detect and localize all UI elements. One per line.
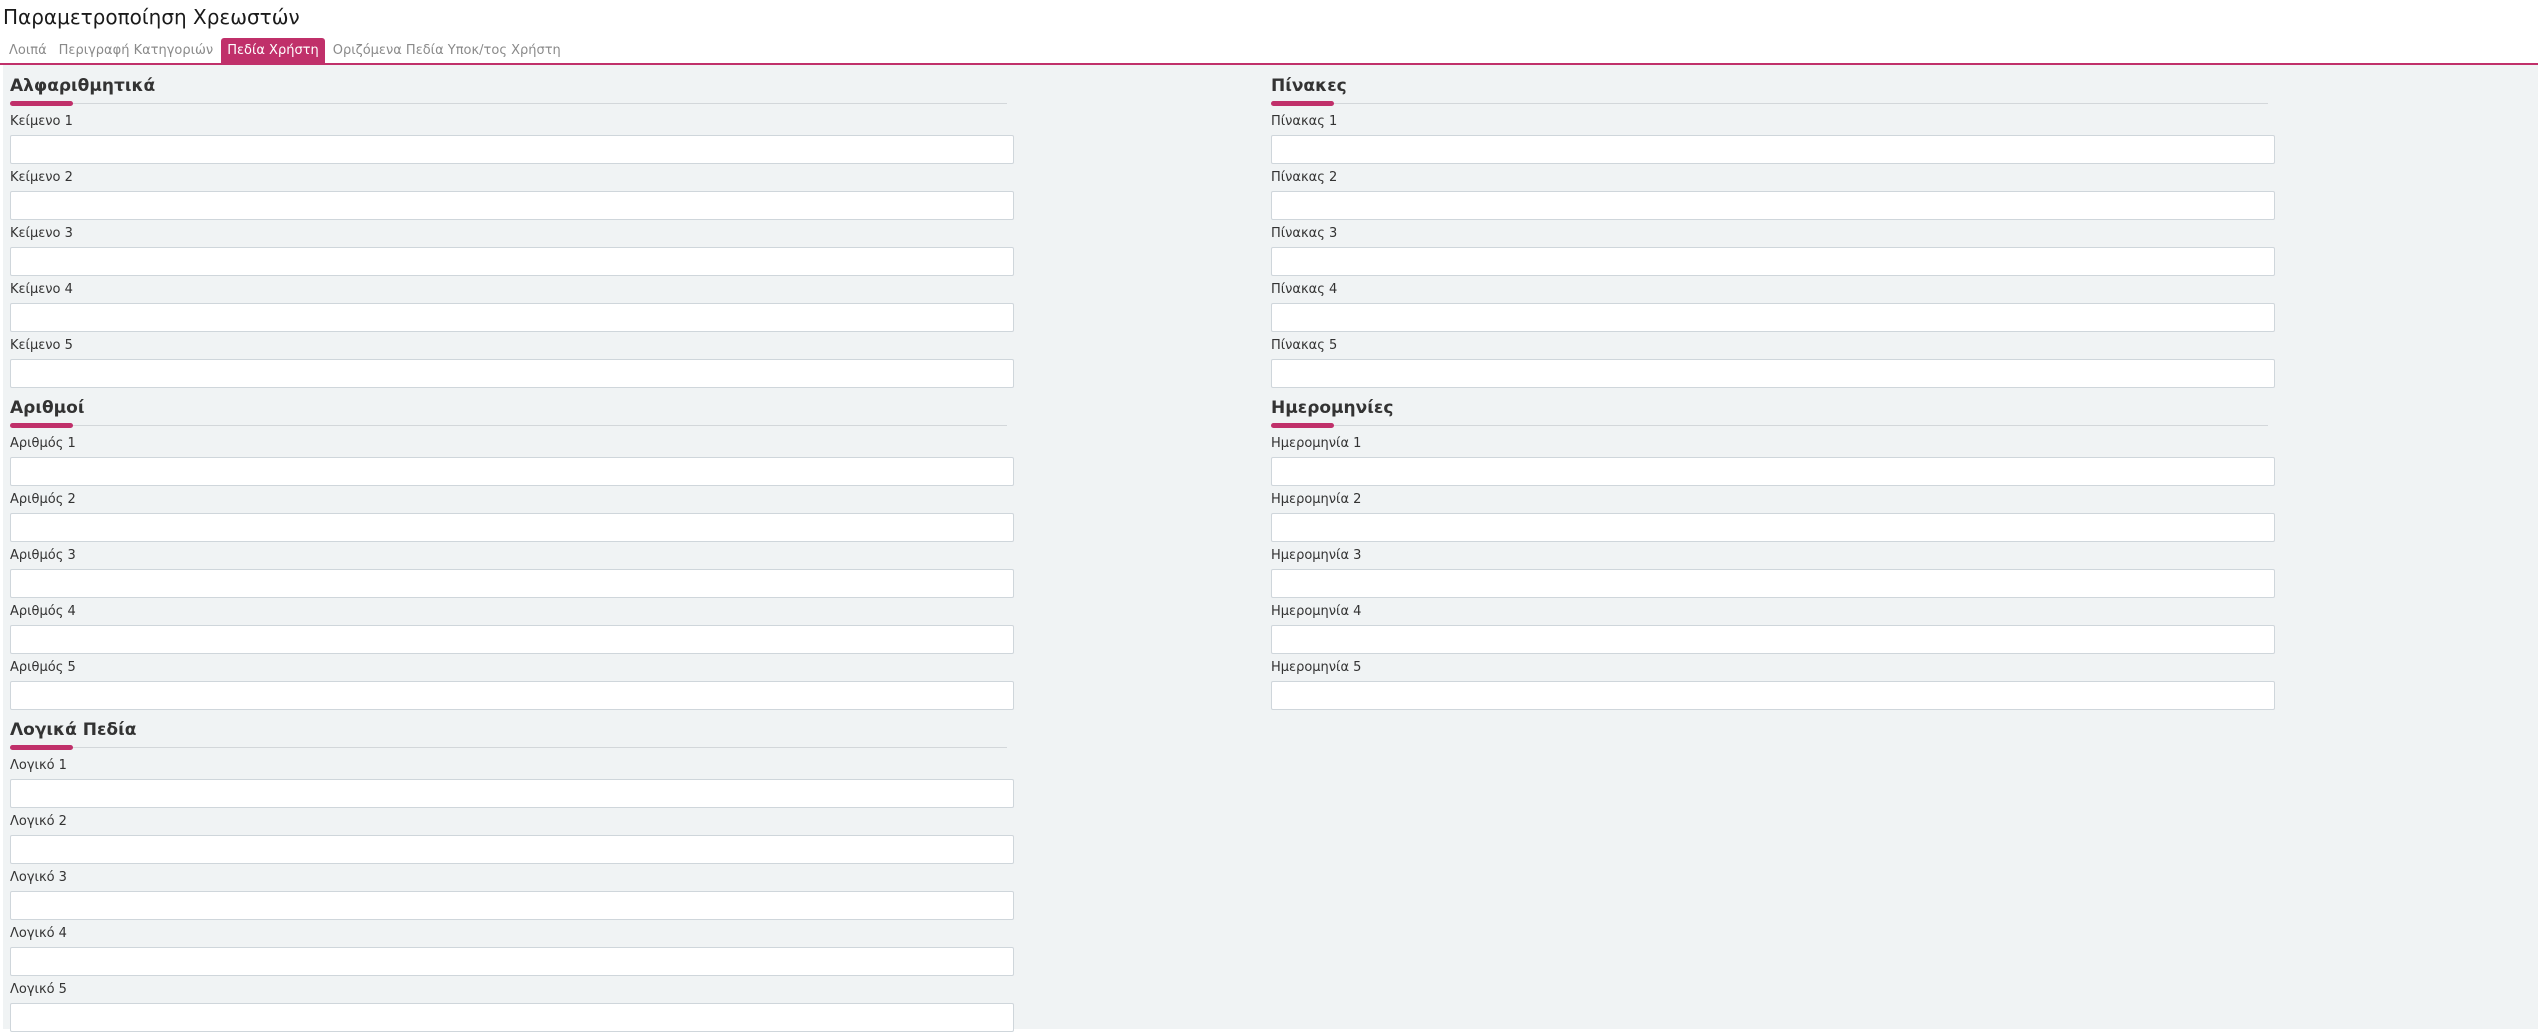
tab-bar: Λοιπά Περιγραφή Κατηγοριών Πεδία Χρήστη …	[3, 38, 567, 64]
table-2-input[interactable]	[1271, 191, 2275, 220]
date-2-input[interactable]	[1271, 513, 2275, 542]
field-label: Κείμενο 4	[10, 282, 73, 297]
field-label: Πίνακας 5	[1271, 338, 1338, 353]
field-date-3: Ημερομηνία 3	[1271, 547, 2275, 598]
field-date-1: Ημερομηνία 1	[1271, 435, 2275, 486]
field-label: Αριθμός 3	[10, 548, 76, 563]
text-1-input[interactable]	[10, 135, 1014, 164]
tab-misc[interactable]: Λοιπά	[3, 38, 53, 64]
section-dates: Ημερομηνίες Ημερομηνία 1 Ημερομηνία 2 Ημ…	[1264, 387, 2275, 710]
field-table-4: Πίνακας 4	[1271, 281, 2275, 332]
field-logical-4: Λογικό 4	[10, 925, 1014, 976]
field-text-3: Κείμενο 3	[10, 225, 1014, 276]
field-label: Ημερομηνία 5	[1271, 660, 1362, 675]
field-label: Ημερομηνία 2	[1271, 492, 1362, 507]
field-table-2: Πίνακας 2	[1271, 169, 2275, 220]
number-2-input[interactable]	[10, 513, 1014, 542]
field-date-4: Ημερομηνία 4	[1271, 603, 2275, 654]
section-tables: Πίνακες Πίνακας 1 Πίνακας 2 Πίνακας 3 Πί…	[1264, 65, 2275, 388]
field-table-3: Πίνακας 3	[1271, 225, 2275, 276]
field-label: Κείμενο 1	[10, 114, 73, 129]
field-label: Πίνακας 2	[1271, 170, 1338, 185]
field-label: Αριθμός 2	[10, 492, 76, 507]
field-label: Κείμενο 3	[10, 226, 73, 241]
field-number-1: Αριθμός 1	[10, 435, 1014, 486]
field-date-5: Ημερομηνία 5	[1271, 659, 2275, 710]
field-table-1: Πίνακας 1	[1271, 113, 2275, 164]
number-1-input[interactable]	[10, 457, 1014, 486]
field-date-2: Ημερομηνία 2	[1271, 491, 2275, 542]
field-label: Ημερομηνία 1	[1271, 436, 1362, 451]
section-divider	[1264, 422, 2268, 430]
date-3-input[interactable]	[1271, 569, 2275, 598]
date-1-input[interactable]	[1271, 457, 2275, 486]
tab-category-descriptions[interactable]: Περιγραφή Κατηγοριών	[53, 38, 220, 64]
logical-5-input[interactable]	[10, 1003, 1014, 1032]
field-label: Λογικό 5	[10, 982, 67, 997]
table-3-input[interactable]	[1271, 247, 2275, 276]
field-label: Αριθμός 5	[10, 660, 76, 675]
field-text-5: Κείμενο 5	[10, 337, 1014, 388]
number-3-input[interactable]	[10, 569, 1014, 598]
section-divider	[3, 422, 1007, 430]
logical-2-input[interactable]	[10, 835, 1014, 864]
field-label: Κείμενο 5	[10, 338, 73, 353]
section-title: Ημερομηνίες	[1271, 398, 1394, 418]
tab-user-defined-subaccount-fields[interactable]: Οριζόμενα Πεδία Υποκ/τος Χρήστη	[327, 38, 567, 64]
section-logical: Λογικά Πεδία Λογικό 1 Λογικό 2 Λογικό 3 …	[3, 709, 1014, 1032]
logical-1-input[interactable]	[10, 779, 1014, 808]
section-divider	[1264, 100, 2268, 108]
date-4-input[interactable]	[1271, 625, 2275, 654]
text-4-input[interactable]	[10, 303, 1014, 332]
field-text-4: Κείμενο 4	[10, 281, 1014, 332]
field-label: Κείμενο 2	[10, 170, 73, 185]
field-label: Λογικό 4	[10, 926, 67, 941]
field-number-2: Αριθμός 2	[10, 491, 1014, 542]
field-table-5: Πίνακας 5	[1271, 337, 2275, 388]
field-label: Αριθμός 4	[10, 604, 76, 619]
field-label: Ημερομηνία 4	[1271, 604, 1362, 619]
field-number-3: Αριθμός 3	[10, 547, 1014, 598]
table-5-input[interactable]	[1271, 359, 2275, 388]
field-label: Πίνακας 1	[1271, 114, 1338, 129]
number-4-input[interactable]	[10, 625, 1014, 654]
logical-3-input[interactable]	[10, 891, 1014, 920]
section-numbers: Αριθμοί Αριθμός 1 Αριθμός 2 Αριθμός 3 Αρ…	[3, 387, 1014, 710]
text-5-input[interactable]	[10, 359, 1014, 388]
logical-4-input[interactable]	[10, 947, 1014, 976]
field-text-2: Κείμενο 2	[10, 169, 1014, 220]
section-title: Λογικά Πεδία	[10, 720, 137, 740]
field-number-5: Αριθμός 5	[10, 659, 1014, 710]
field-logical-2: Λογικό 2	[10, 813, 1014, 864]
table-1-input[interactable]	[1271, 135, 2275, 164]
table-4-input[interactable]	[1271, 303, 2275, 332]
field-label: Αριθμός 1	[10, 436, 76, 451]
section-title: Πίνακες	[1271, 76, 1347, 96]
text-2-input[interactable]	[10, 191, 1014, 220]
text-3-input[interactable]	[10, 247, 1014, 276]
page-title: Παραμετροποίηση Χρεωστών	[3, 5, 300, 29]
content-panel: Αλφαριθμητικά Κείμενο 1 Κείμενο 2 Κείμεν…	[3, 65, 2538, 1032]
field-logical-1: Λογικό 1	[10, 757, 1014, 808]
field-text-1: Κείμενο 1	[10, 113, 1014, 164]
tab-user-fields[interactable]: Πεδία Χρήστη	[221, 38, 325, 64]
section-alphanumeric: Αλφαριθμητικά Κείμενο 1 Κείμενο 2 Κείμεν…	[3, 65, 1014, 388]
field-label: Λογικό 1	[10, 758, 67, 773]
section-divider	[3, 100, 1007, 108]
field-number-4: Αριθμός 4	[10, 603, 1014, 654]
field-label: Λογικό 3	[10, 870, 67, 885]
section-title: Αριθμοί	[10, 398, 85, 418]
field-label: Λογικό 2	[10, 814, 67, 829]
field-logical-3: Λογικό 3	[10, 869, 1014, 920]
field-label: Πίνακας 4	[1271, 282, 1338, 297]
number-5-input[interactable]	[10, 681, 1014, 710]
field-label: Ημερομηνία 3	[1271, 548, 1362, 563]
date-5-input[interactable]	[1271, 681, 2275, 710]
section-divider	[3, 744, 1007, 752]
field-label: Πίνακας 3	[1271, 226, 1338, 241]
field-logical-5: Λογικό 5	[10, 981, 1014, 1032]
section-title: Αλφαριθμητικά	[10, 76, 156, 96]
